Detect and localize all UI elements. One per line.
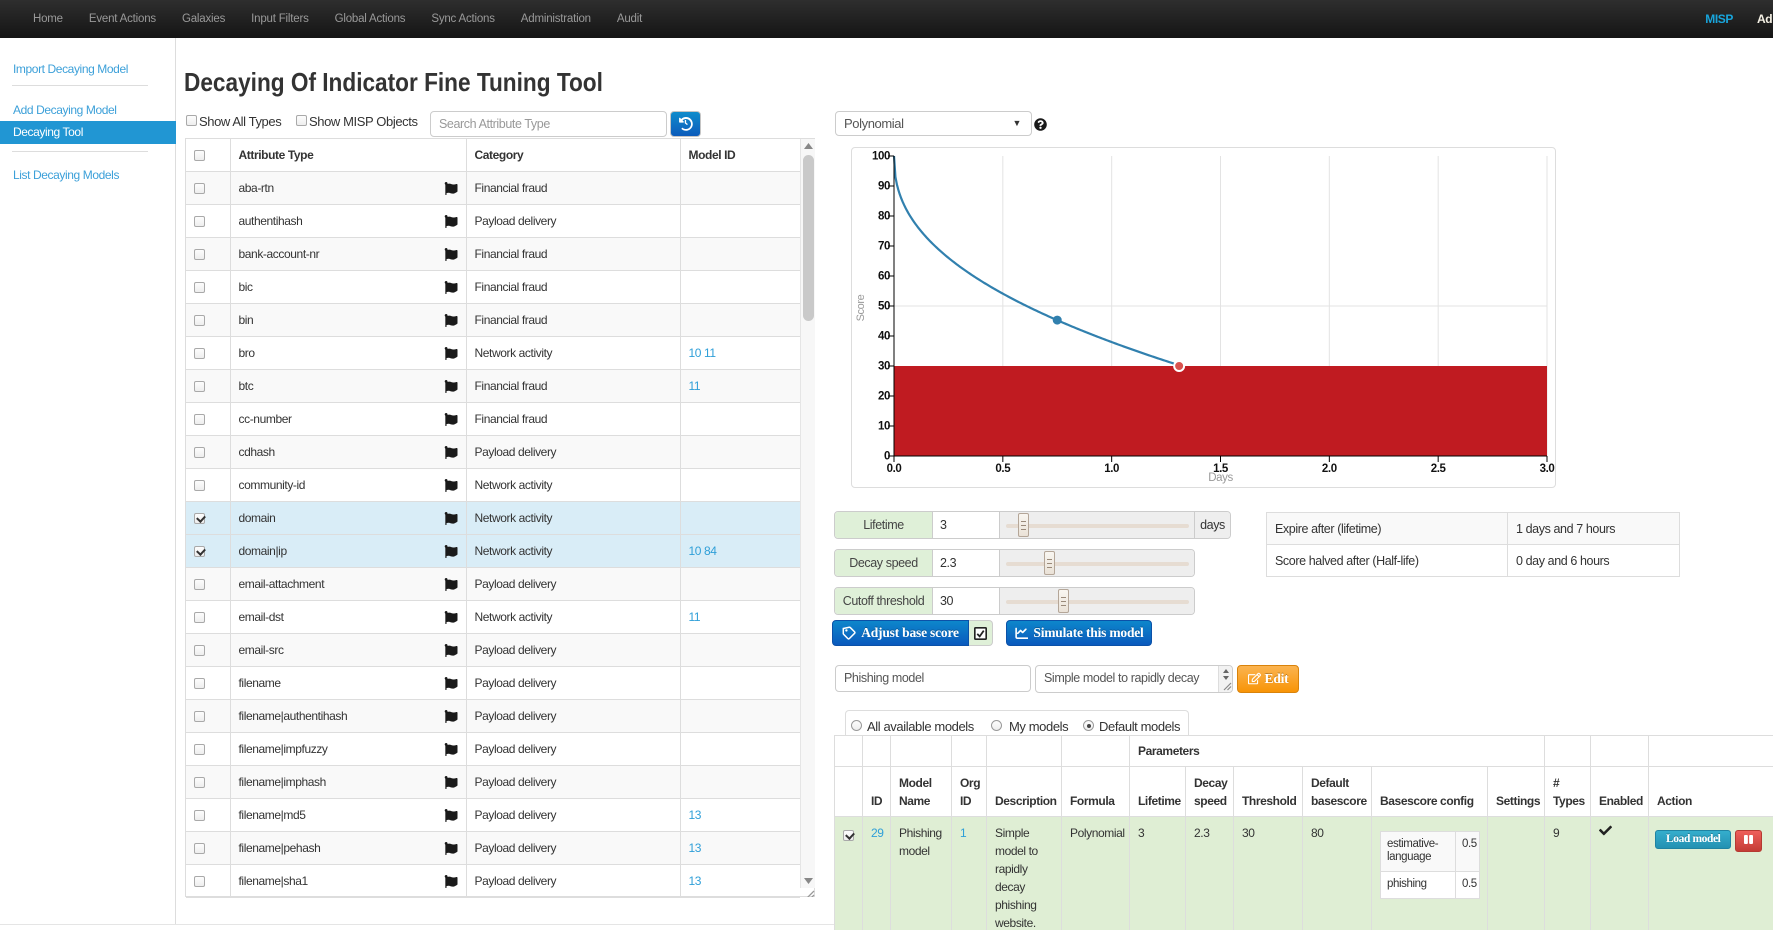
svg-text:80: 80 — [878, 211, 890, 223]
svg-text:60: 60 — [878, 271, 890, 283]
svg-text:20: 20 — [878, 391, 890, 403]
svg-text:30: 30 — [878, 361, 890, 373]
svg-text:2.5: 2.5 — [1431, 463, 1447, 475]
svg-text:3.0: 3.0 — [1540, 463, 1555, 475]
svg-text:0: 0 — [884, 451, 890, 463]
svg-text:Days: Days — [1208, 472, 1233, 484]
svg-text:100: 100 — [872, 151, 890, 163]
svg-text:0.5: 0.5 — [995, 463, 1011, 475]
svg-text:0.0: 0.0 — [887, 463, 902, 475]
svg-text:Score: Score — [855, 294, 867, 321]
svg-text:40: 40 — [878, 331, 890, 343]
svg-text:2.0: 2.0 — [1322, 463, 1337, 475]
svg-text:90: 90 — [878, 181, 890, 193]
svg-text:70: 70 — [878, 241, 890, 253]
svg-text:10: 10 — [878, 421, 890, 433]
svg-text:50: 50 — [878, 301, 890, 313]
svg-text:1.0: 1.0 — [1104, 463, 1119, 475]
